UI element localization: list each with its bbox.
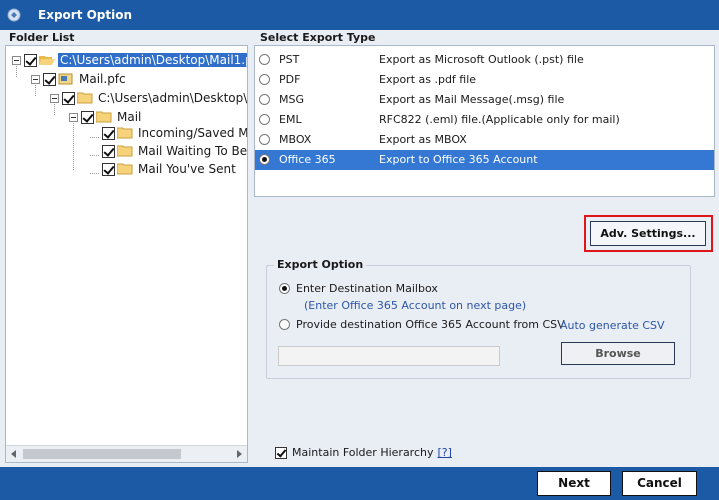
export-type-description: Export as Mail Message(.msg) file (379, 93, 565, 106)
export-type-description: Export as Microsoft Outlook (.pst) file (379, 53, 584, 66)
option-enter-destination[interactable]: Enter Destination Mailbox (279, 282, 438, 295)
radio-button[interactable] (279, 319, 290, 330)
checkbox[interactable] (81, 110, 94, 124)
tree-item-sent[interactable]: Mail You've Sent (90, 160, 238, 178)
horizontal-scrollbar[interactable] (6, 445, 247, 462)
cancel-button[interactable]: Cancel (622, 471, 697, 496)
tree-item-label: Mail Waiting To Be S (138, 144, 248, 158)
radio-button[interactable] (259, 54, 270, 65)
tree-item-waiting[interactable]: Mail Waiting To Be S (90, 142, 248, 160)
tree-item-root[interactable]: C:\Users\admin\Desktop\Mail1.pfc (12, 51, 247, 69)
export-option-title: Export Option (274, 258, 367, 271)
export-type-msg[interactable]: MSG Export as Mail Message(.msg) file (255, 90, 714, 110)
export-type-name: PDF (279, 73, 301, 86)
collapse-icon[interactable] (31, 74, 40, 84)
export-type-name: Office 365 (279, 153, 336, 166)
export-type-description: RFC822 (.eml) file.(Applicable only for … (379, 113, 620, 126)
tree-item-label: Mail You've Sent (138, 162, 236, 176)
radio-button[interactable] (279, 283, 290, 294)
adv-settings-button[interactable]: Adv. Settings... (590, 221, 706, 246)
scroll-left-icon[interactable] (11, 450, 16, 458)
checkbox[interactable] (275, 446, 287, 459)
csv-path-input[interactable] (278, 346, 500, 366)
tree-item-label: Mail.pfc (79, 72, 126, 86)
scroll-thumb[interactable] (23, 449, 181, 459)
tree-item-pfc[interactable]: Mail.pfc (31, 70, 128, 88)
folder-icon (117, 163, 133, 175)
option-label: Enter Destination Mailbox (296, 282, 438, 295)
pst-file-icon (58, 73, 73, 85)
collapse-icon[interactable] (50, 93, 59, 103)
export-type-list: PST Export as Microsoft Outlook (.pst) f… (254, 45, 715, 197)
checkbox[interactable] (102, 126, 115, 140)
tree-item-label: C:\Users\admin\Desktop\M (98, 91, 248, 105)
collapse-icon[interactable] (12, 55, 21, 65)
folder-icon (117, 127, 133, 139)
maintain-hierarchy-checkbox[interactable]: Maintain Folder Hierarchy [?] (275, 446, 452, 459)
next-button[interactable]: Next (537, 471, 611, 496)
collapse-icon[interactable] (69, 112, 78, 122)
export-type-name: PST (279, 53, 300, 66)
radio-button[interactable] (259, 114, 270, 125)
export-type-eml[interactable]: EML RFC822 (.eml) file.(Applicable only … (255, 110, 714, 130)
destination-hint: (Enter Office 365 Account on next page) (304, 299, 527, 312)
radio-button[interactable] (259, 74, 270, 85)
checkbox[interactable] (24, 53, 37, 67)
export-type-office365[interactable]: Office 365 Export to Office 365 Account (255, 150, 714, 170)
radio-button[interactable] (259, 134, 270, 145)
folder-icon (77, 92, 93, 104)
title-bar: Export Option (0, 0, 719, 30)
export-type-description: Export to Office 365 Account (379, 153, 538, 166)
export-type-name: MBOX (279, 133, 312, 146)
tree-item-label: Mail (117, 110, 142, 124)
browse-button[interactable]: Browse (561, 342, 675, 365)
maintain-hierarchy-label: Maintain Folder Hierarchy (292, 446, 434, 459)
checkbox[interactable] (43, 72, 56, 86)
export-type-pdf[interactable]: PDF Export as .pdf file (255, 70, 714, 90)
open-folder-icon (39, 56, 55, 65)
footer-bar (0, 467, 719, 500)
export-type-label: Select Export Type (260, 31, 376, 44)
window-title: Export Option (38, 8, 133, 22)
option-from-csv[interactable]: Provide destination Office 365 Account f… (279, 318, 565, 331)
export-type-description: Export as MBOX (379, 133, 467, 146)
checkbox[interactable] (102, 162, 115, 176)
export-type-pst[interactable]: PST Export as Microsoft Outlook (.pst) f… (255, 50, 714, 70)
radio-button[interactable] (259, 154, 270, 165)
scroll-right-icon[interactable] (237, 450, 242, 458)
export-type-name: MSG (279, 93, 304, 106)
help-link[interactable]: [?] (438, 446, 452, 459)
checkbox[interactable] (62, 91, 75, 105)
tree-item-path[interactable]: C:\Users\admin\Desktop\M (50, 89, 248, 107)
option-label: Provide destination Office 365 Account f… (296, 318, 565, 331)
folder-list-label: Folder List (9, 31, 75, 44)
folder-tree[interactable]: C:\Users\admin\Desktop\Mail1.pfc Mail.pf… (5, 45, 248, 463)
tree-item-incoming[interactable]: Incoming/Saved Mai (90, 124, 248, 142)
checkbox[interactable] (102, 144, 115, 158)
auto-generate-csv-link[interactable]: Auto generate CSV (560, 319, 665, 332)
folder-icon (117, 145, 133, 157)
tree-item-label: Incoming/Saved Mai (138, 126, 248, 140)
folder-icon (96, 111, 112, 123)
radio-button[interactable] (259, 94, 270, 105)
export-type-name: EML (279, 113, 302, 126)
app-logo-icon (7, 8, 21, 22)
export-type-mbox[interactable]: MBOX Export as MBOX (255, 130, 714, 150)
tree-item-label: C:\Users\admin\Desktop\Mail1.pfc (58, 53, 247, 67)
export-type-description: Export as .pdf file (379, 73, 477, 86)
